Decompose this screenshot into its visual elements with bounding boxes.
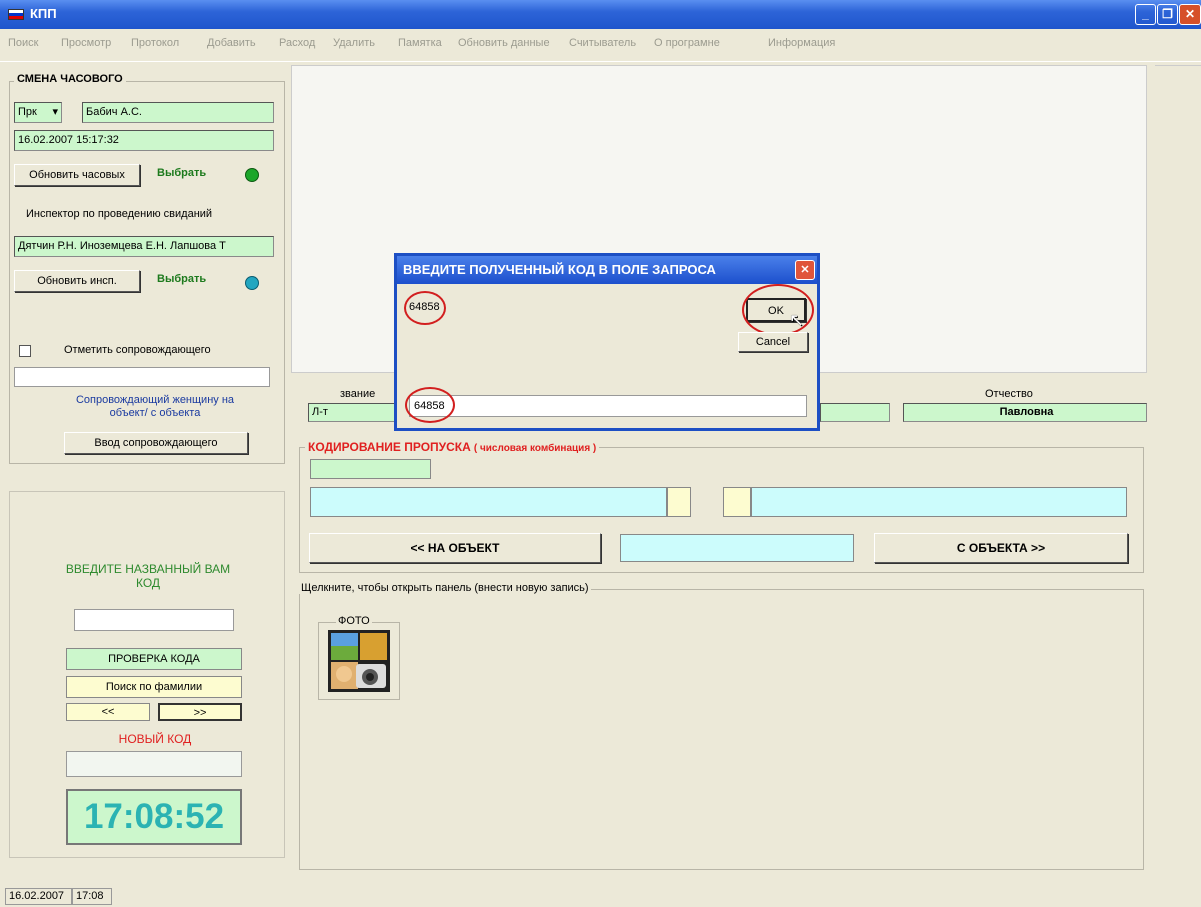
select-guard-label[interactable]: Выбрать xyxy=(157,167,206,179)
code-dialog: ВВЕДИТЕ ПОЛУЧЕННЫЙ КОД В ПОЛЕ ЗАПРОСА ✕ … xyxy=(394,253,820,431)
code-prompt: ВВЕДИТЕ НАЗВАННЫЙ ВАМ КОД xyxy=(65,562,231,590)
menu-memo[interactable]: Памятка xyxy=(398,37,442,49)
patronymic-caption: Отчество xyxy=(985,388,1033,400)
new-code-label: НОВЫЙ КОД xyxy=(118,732,192,746)
mouse-cursor-icon: ↖ xyxy=(789,310,805,330)
shift-datetime-field[interactable]: 16.02.2007 15:17:32 xyxy=(14,130,274,151)
menu-protocol[interactable]: Протокол xyxy=(131,37,179,49)
guard-name-field[interactable]: Бабич А.С. xyxy=(82,102,274,123)
highlight-circle xyxy=(405,387,455,423)
photo-label: ФОТО xyxy=(336,615,372,627)
code-input[interactable] xyxy=(74,609,234,631)
rank-select[interactable]: Прк ▾ xyxy=(14,102,62,123)
pass-coding-title: КОДИРОВАНИЕ ПРОПУСКА ( числовая комбинац… xyxy=(305,440,600,454)
dialog-close-icon[interactable]: ✕ xyxy=(795,260,815,280)
menu-bar: Поиск Просмотр Протокол Добавить Расход … xyxy=(0,29,1201,62)
escort-input-button[interactable]: Ввод сопровождающего xyxy=(64,432,248,454)
menu-expense[interactable]: Расход xyxy=(279,37,315,49)
dialog-title: ВВЕДИТЕ ПОЛУЧЕННЫЙ КОД В ПОЛЕ ЗАПРОСА xyxy=(397,256,817,284)
check-code-button[interactable]: ПРОВЕРКА КОДА xyxy=(66,648,242,670)
search-by-surname-button[interactable]: Поиск по фамилии xyxy=(66,676,242,698)
menu-add[interactable]: Добавить xyxy=(207,37,256,49)
status-date: 16.02.2007 xyxy=(5,888,72,905)
cancel-button[interactable]: Cancel xyxy=(738,332,808,352)
inspectors-field[interactable]: Дятчин Р.Н. Иноземцева Е.Н. Лапшова Т xyxy=(14,236,274,257)
refresh-inspectors-button[interactable]: Обновить инсп. xyxy=(14,270,140,292)
chevron-down-icon: ▾ xyxy=(52,106,58,118)
divider xyxy=(1155,65,1201,66)
minimize-icon[interactable]: _ xyxy=(1135,4,1156,25)
refresh-guards-button[interactable]: Обновить часовых xyxy=(14,164,140,186)
next-button[interactable]: >> xyxy=(158,703,242,721)
pass-status-field[interactable] xyxy=(620,534,854,562)
status-time: 17:08 xyxy=(72,888,112,905)
rank-caption: звание xyxy=(340,388,376,400)
pass-entry-marker xyxy=(667,487,691,517)
pass-exit-marker xyxy=(723,487,751,517)
mark-escort-label: Отметить сопровождающего xyxy=(64,344,211,356)
from-object-button[interactable]: С ОБЪЕКТА >> xyxy=(874,533,1128,563)
app-flag-icon xyxy=(8,9,24,20)
menu-delete[interactable]: Удалить xyxy=(333,37,375,49)
guard-status-led-icon xyxy=(245,168,259,182)
escort-field[interactable] xyxy=(14,367,270,387)
inspector-caption: Инспектор по проведению свиданий xyxy=(26,208,213,220)
menu-about[interactable]: О програмне xyxy=(654,37,720,49)
record-panel[interactable] xyxy=(299,589,1144,870)
prev-button[interactable]: << xyxy=(66,703,150,721)
close-window-icon[interactable]: ✕ xyxy=(1179,4,1201,25)
menu-info[interactable]: Информация xyxy=(768,37,835,49)
pass-entry-field[interactable] xyxy=(310,487,667,517)
record-panel-caption: Щелкните, чтобы открыть панель (внести н… xyxy=(299,582,591,594)
patronymic-field[interactable]: Павловна xyxy=(903,403,1147,422)
menu-view[interactable]: Просмотр xyxy=(61,37,111,49)
select-inspector-label[interactable]: Выбрать xyxy=(157,273,206,285)
shift-group-title: СМЕНА ЧАСОВОГО xyxy=(14,73,126,85)
dialog-code-input[interactable]: 64858 xyxy=(409,395,807,417)
clock-display: 17:08:52 xyxy=(66,789,242,845)
person-rank-field[interactable]: Л-т xyxy=(308,403,398,422)
pass-code-field[interactable] xyxy=(310,459,431,479)
inspector-status-led-icon xyxy=(245,276,259,290)
menu-search[interactable]: Поиск xyxy=(8,37,38,49)
window-title: КПП xyxy=(30,6,57,21)
to-object-button[interactable]: << НА ОБЪЕКТ xyxy=(309,533,601,563)
menu-refresh-data[interactable]: Обновить данные xyxy=(458,37,550,49)
highlight-circle xyxy=(404,291,446,325)
title-bar: КПП _ ❐ ✕ xyxy=(0,0,1201,29)
menu-reader[interactable]: Считыватель xyxy=(569,37,636,49)
mark-escort-checkbox[interactable] xyxy=(19,345,31,357)
restore-icon[interactable]: ❐ xyxy=(1157,4,1178,25)
escort-caption: Сопровождающий женщину на объект/ с объе… xyxy=(75,394,235,419)
person-surname-field[interactable] xyxy=(820,403,890,422)
pass-exit-field[interactable] xyxy=(751,487,1127,517)
new-code-field[interactable] xyxy=(66,751,242,777)
photo-camera-icon[interactable] xyxy=(328,630,390,692)
